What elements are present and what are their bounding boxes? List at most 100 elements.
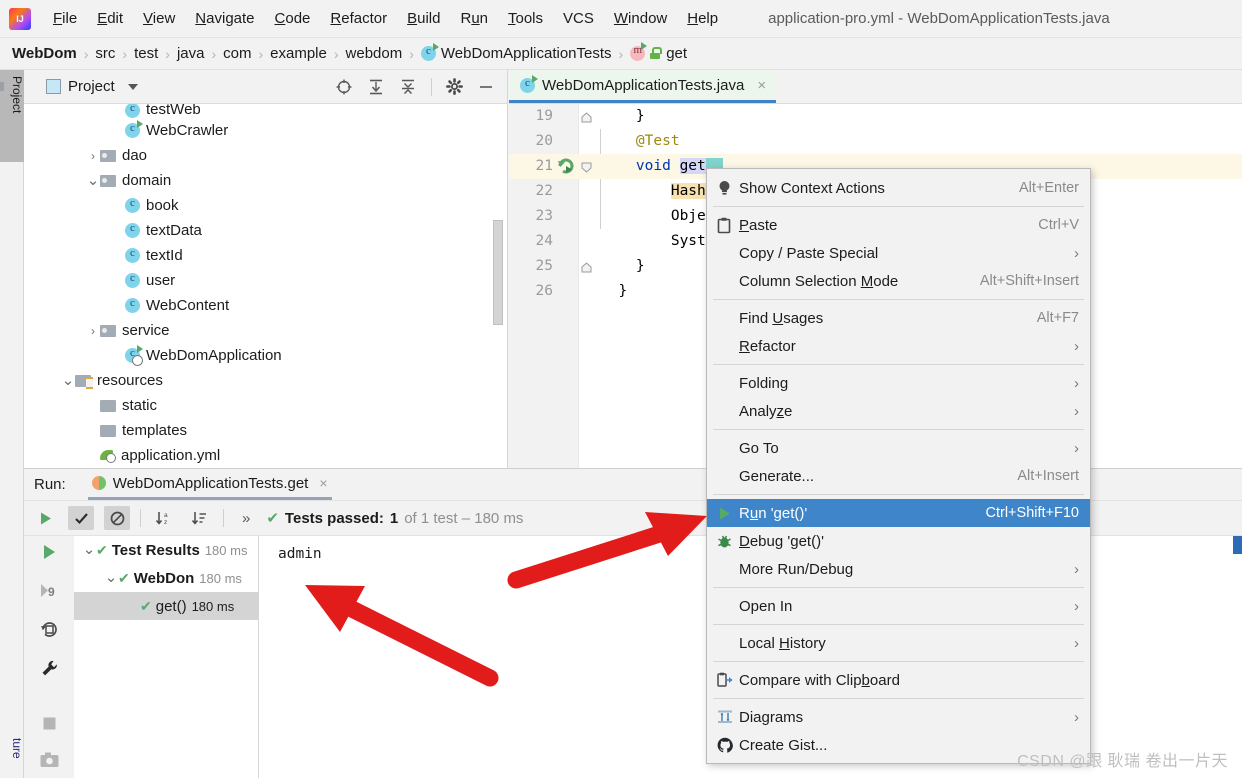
settings-wrench-icon[interactable] (39, 658, 60, 684)
tree-item-textdata[interactable]: textData (24, 218, 507, 243)
settings-gear-icon[interactable] (446, 78, 463, 95)
test-tree-item-test-results[interactable]: ⌄ ✔ Test Results 180 ms (74, 536, 258, 564)
sort-alphabetically-icon[interactable]: az (151, 506, 177, 530)
close-icon[interactable]: × (757, 77, 766, 94)
rerun-icon[interactable] (32, 506, 58, 530)
tree-item-testweb[interactable]: testWeb (24, 104, 507, 118)
toolbar-divider-2 (223, 509, 224, 527)
context-menu-item-show-context-actions[interactable]: Show Context Actions Alt+Enter (707, 174, 1090, 202)
tree-item-user[interactable]: user (24, 268, 507, 293)
tree-item-textid[interactable]: textId (24, 243, 507, 268)
context-menu-item-analyze[interactable]: Analyze › (707, 397, 1090, 425)
context-menu-item-go-to[interactable]: Go To › (707, 434, 1090, 462)
chevron-right-icon[interactable]: › (86, 149, 100, 163)
context-menu-item-find-usages[interactable]: Find Usages Alt+F7 (707, 304, 1090, 332)
tree-item-domain[interactable]: ⌄ domain (24, 168, 507, 193)
close-icon[interactable]: × (319, 475, 327, 491)
context-menu-item-open-in[interactable]: Open In › (707, 592, 1090, 620)
chevron-down-icon[interactable]: ⌄ (61, 373, 75, 388)
editor-context-menu[interactable]: Show Context Actions Alt+Enter Paste Ctrl+V… (706, 168, 1091, 764)
fold-collapse-icon[interactable] (581, 161, 592, 173)
context-menu-item-diagrams[interactable]: Diagrams › (707, 703, 1090, 731)
rerun-failed-icon[interactable]: 9 (39, 580, 60, 606)
tree-item-resources[interactable]: ⌄ resources (24, 368, 507, 393)
test-tree-item-get[interactable]: ✔ get() 180 ms (74, 592, 258, 620)
chevron-down-icon[interactable] (127, 83, 138, 90)
breadcrumb-item-src[interactable]: src (95, 45, 115, 62)
context-menu-item-refactor[interactable]: Refactor › (707, 332, 1090, 360)
run-configuration-tab[interactable]: WebDomApplicationTests.get × (87, 469, 332, 500)
breadcrumb-item-webdomapplicationtests[interactable]: WebDomApplicationTests (420, 43, 612, 62)
project-panel-toolbar (335, 77, 501, 96)
context-menu-item-paste[interactable]: Paste Ctrl+V (707, 211, 1090, 239)
context-menu-item-local-history[interactable]: Local History › (707, 629, 1090, 657)
tree-item-webcontent[interactable]: WebContent (24, 293, 507, 318)
breadcrumb-item-example[interactable]: example (270, 45, 327, 62)
menu-code[interactable]: Code (265, 7, 321, 30)
console-scrollbar[interactable] (1233, 536, 1242, 554)
menu-tools[interactable]: Tools (498, 7, 553, 30)
breadcrumb-item-get[interactable]: get (630, 42, 687, 62)
hide-ignored-icon[interactable] (104, 506, 130, 530)
menu-run[interactable]: Run (450, 7, 498, 30)
editor-tab-webdomapplicationtests[interactable]: WebDomApplicationTests.java × (509, 70, 777, 103)
sidebar-tab-project[interactable]: Project (0, 70, 24, 162)
fold-end-icon[interactable] (581, 111, 592, 123)
tree-item-application-yml[interactable]: application.yml (24, 443, 507, 468)
project-tree[interactable]: testWeb WebCrawler › dao ⌄ domain book textData… (24, 104, 507, 468)
breadcrumb-item-com[interactable]: com (223, 45, 251, 62)
chevron-down-icon[interactable]: ⌄ (86, 173, 100, 188)
locate-icon[interactable] (335, 78, 353, 96)
line-number: 19 (535, 108, 553, 124)
collapse-all-icon[interactable] (399, 78, 417, 96)
chevron-down-icon[interactable]: ⌄ (104, 570, 118, 585)
tree-item-dao[interactable]: › dao (24, 143, 507, 168)
menu-refactor[interactable]: Refactor (320, 7, 397, 30)
context-menu-item-folding[interactable]: Folding › (707, 369, 1090, 397)
context-menu-item-run-get[interactable]: Run 'get()' Ctrl+Shift+F10 (707, 499, 1090, 527)
menu-file[interactable]: File (43, 7, 87, 30)
sidebar-tab-structure[interactable]: ture (0, 732, 24, 774)
breadcrumb-item-webdom[interactable]: WebDom (12, 45, 77, 62)
menu-build[interactable]: Build (397, 7, 450, 30)
test-tree-item-webdon[interactable]: ⌄ ✔ WebDon 180 ms (74, 564, 258, 592)
menu-navigate[interactable]: Navigate (185, 7, 264, 30)
context-menu-item-generate[interactable]: Generate... Alt+Insert (707, 462, 1090, 490)
tree-item-webdomapplication[interactable]: WebDomApplication (24, 343, 507, 368)
context-menu-item-debug-get[interactable]: Debug 'get()' (707, 527, 1090, 555)
breadcrumb-item-test[interactable]: test (134, 45, 158, 62)
menu-view[interactable]: View (133, 7, 185, 30)
context-menu-item-compare-with-clipboard[interactable]: Compare with Clipboard (707, 666, 1090, 694)
show-passed-check-icon[interactable] (68, 506, 94, 530)
line-number: 26 (535, 283, 553, 299)
menu-help[interactable]: Help (677, 7, 728, 30)
breadcrumb-item-webdom[interactable]: webdom (346, 45, 403, 62)
project-tree-scrollbar[interactable] (493, 220, 503, 325)
expand-toolbar-icon[interactable]: » (242, 510, 250, 527)
context-menu-item-column-selection-mode[interactable]: Column Selection Mode Alt+Shift+Insert (707, 267, 1090, 295)
rerun-auto-icon[interactable] (39, 619, 60, 645)
stop-icon[interactable] (40, 714, 59, 738)
screenshot-icon[interactable] (39, 751, 60, 775)
tree-item-webcrawler[interactable]: WebCrawler (24, 118, 507, 143)
tree-item-templates[interactable]: templates (24, 418, 507, 443)
run-test-gutter-icon[interactable] (557, 157, 575, 179)
tree-item-static[interactable]: static (24, 393, 507, 418)
breadcrumb-label: java (176, 45, 205, 62)
fold-end-icon[interactable] (581, 261, 592, 273)
run-icon[interactable] (39, 542, 59, 567)
tree-item-service[interactable]: › service (24, 318, 507, 343)
breadcrumb-item-java[interactable]: java (177, 45, 205, 62)
context-menu-item-copy-paste-special[interactable]: Copy / Paste Special › (707, 239, 1090, 267)
menu-edit[interactable]: Edit (87, 7, 133, 30)
hide-icon[interactable] (477, 78, 495, 96)
chevron-down-icon[interactable]: ⌄ (82, 542, 96, 557)
chevron-right-icon[interactable]: › (86, 324, 100, 338)
test-results-tree[interactable]: ⌄ ✔ Test Results 180 ms ⌄ ✔ WebDon 180 ms ✔ get()… (74, 536, 259, 778)
tree-item-book[interactable]: book (24, 193, 507, 218)
expand-all-icon[interactable] (367, 78, 385, 96)
sort-by-duration-icon[interactable] (187, 506, 213, 530)
menu-window[interactable]: Window (604, 7, 677, 30)
context-menu-item-more-run-debug[interactable]: More Run/Debug › (707, 555, 1090, 583)
menu-vcs[interactable]: VCS (553, 7, 604, 30)
